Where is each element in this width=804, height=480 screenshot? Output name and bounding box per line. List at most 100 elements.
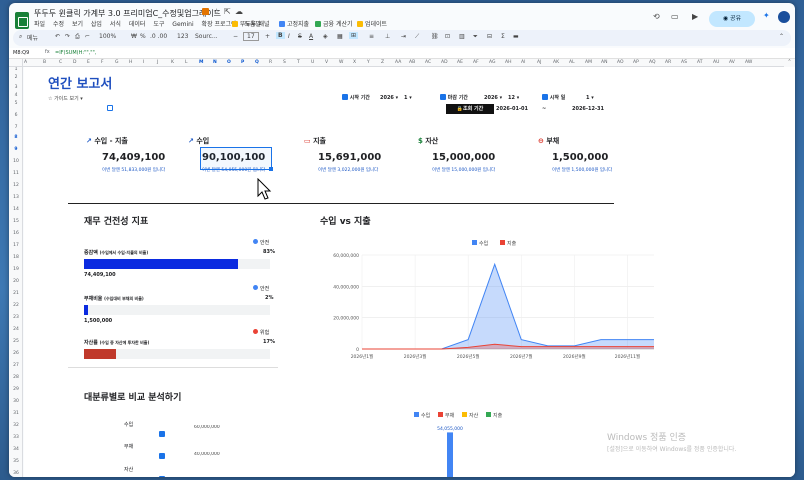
column-header-t[interactable]: T — [297, 60, 300, 65]
avatar[interactable] — [778, 11, 790, 23]
column-header-ao[interactable]: AO — [617, 60, 624, 65]
number-format-button[interactable]: 123 — [177, 33, 188, 40]
column-header-c[interactable]: C — [59, 60, 62, 65]
row-header-35[interactable]: 35 — [9, 459, 23, 464]
more-tools-icon[interactable]: ▬ — [513, 33, 519, 40]
row-header-36[interactable]: 36 — [9, 471, 23, 476]
column-header-ar[interactable]: AR — [665, 60, 671, 65]
row-header-14[interactable]: 14 — [9, 207, 23, 212]
redo-icon[interactable]: ↷ — [65, 33, 70, 40]
start-period-checkbox[interactable] — [342, 94, 348, 100]
row-header-21[interactable]: 21 — [9, 291, 23, 296]
row-header-26[interactable]: 26 — [9, 351, 23, 356]
row-header-17[interactable]: 17 — [9, 243, 23, 248]
column-header-p[interactable]: P — [241, 60, 244, 65]
column-header-ah[interactable]: AH — [505, 60, 511, 65]
row-header-25[interactable]: 25 — [9, 339, 23, 344]
rotate-icon[interactable]: ⟋ — [415, 33, 419, 41]
menu-file[interactable]: 파일 — [34, 21, 45, 28]
gemini-icon[interactable]: ✦ — [763, 11, 770, 20]
column-header-ap[interactable]: AP — [633, 60, 639, 65]
row-header-34[interactable]: 34 — [9, 447, 23, 452]
row-header-13[interactable]: 13 — [9, 195, 23, 200]
zoom-select[interactable]: 100% — [99, 33, 116, 40]
link-icon[interactable]: ⛓ — [431, 33, 439, 40]
compare-bar-chart[interactable]: 수입 부채 자산 지출 54,055,000 — [404, 410, 544, 477]
compare-checkbox-asset[interactable] — [159, 466, 165, 477]
column-header-a[interactable]: A — [24, 60, 27, 65]
row-header-24[interactable]: 24 — [9, 327, 23, 332]
column-header-u[interactable]: U — [311, 60, 314, 65]
undo-icon[interactable]: ↶ — [55, 33, 60, 40]
menu-gemini[interactable]: Gemini — [172, 21, 193, 28]
bookmark-panel[interactable]: 뚜두두 패널 — [232, 19, 270, 28]
paint-format-icon[interactable]: ⌐ — [85, 33, 90, 40]
star-icon[interactable]: ☆ — [213, 7, 220, 16]
column-header-an[interactable]: AN — [601, 60, 607, 65]
guide-checkbox[interactable] — [107, 95, 113, 114]
column-header-e[interactable]: E — [87, 60, 90, 65]
end-year-select[interactable]: 2026 ▾ — [484, 95, 502, 101]
font-size-input[interactable]: 17 — [243, 32, 259, 41]
row-header-8[interactable]: 8 — [9, 135, 23, 140]
column-header-q[interactable]: Q — [255, 60, 259, 65]
menu-search[interactable]: 메뉴 — [27, 33, 38, 42]
font-size-decrease[interactable]: − — [233, 33, 238, 40]
bookmark-update[interactable]: 업데이트 — [357, 19, 387, 28]
column-header-n[interactable]: N — [213, 60, 217, 65]
bookmark-finance-calc[interactable]: 금융 계산기 — [315, 19, 353, 28]
video-call-icon[interactable]: ▶ — [692, 12, 698, 21]
row-header-7[interactable]: 7 — [9, 125, 23, 130]
name-box[interactable]: M8:Q9 — [13, 50, 29, 56]
strikethrough-button[interactable]: S — [298, 33, 302, 40]
row-header-29[interactable]: 29 — [9, 387, 23, 392]
row-header-19[interactable]: 19 — [9, 267, 23, 272]
sheets-logo-icon[interactable] — [15, 12, 29, 29]
decimal-buttons[interactable]: .0 .00 — [150, 33, 167, 40]
bold-button[interactable]: B — [276, 32, 285, 39]
column-header-z[interactable]: Z — [381, 60, 384, 65]
filter-icon[interactable]: ⏷ — [473, 33, 478, 41]
row-header-3[interactable]: 3 — [9, 85, 23, 90]
comment-icon[interactable]: ▭ — [671, 12, 679, 21]
row-header-10[interactable]: 10 — [9, 159, 23, 164]
filter-views-icon[interactable]: ⊟ — [487, 33, 492, 40]
column-header-al[interactable]: AL — [569, 60, 575, 65]
column-header-aa[interactable]: AA — [395, 60, 401, 65]
currency-format-button[interactable]: ₩ — [131, 33, 137, 40]
column-header-b[interactable]: B — [43, 60, 46, 65]
column-header-l[interactable]: L — [185, 60, 188, 65]
column-header-am[interactable]: AM — [585, 60, 592, 65]
end-month-select[interactable]: 12 ▾ — [508, 95, 519, 101]
column-header-w[interactable]: W — [339, 60, 343, 65]
chart-icon[interactable]: ▥ — [459, 33, 465, 40]
column-header-as[interactable]: AS — [681, 60, 687, 65]
merge-cells-icon[interactable]: ⊞ — [349, 32, 359, 39]
collapse-header-icon[interactable]: ⌃ — [784, 59, 795, 67]
document-title[interactable]: 뚜두두 윈클릭 가계부 3.0 프리미엄C_수정및업그레이드 — [34, 8, 221, 19]
column-header-o[interactable]: O — [227, 60, 231, 65]
row-header-16[interactable]: 16 — [9, 231, 23, 236]
column-header-ac[interactable]: AC — [425, 60, 431, 65]
column-header-ae[interactable]: AE — [457, 60, 463, 65]
column-header-g[interactable]: G — [115, 60, 119, 65]
row-header-31[interactable]: 31 — [9, 411, 23, 416]
align-vertical-icon[interactable]: ⊥ — [385, 33, 390, 40]
row-header-9[interactable]: 9 — [9, 147, 23, 152]
row-header-28[interactable]: 28 — [9, 375, 23, 380]
menu-data[interactable]: 데이터 — [129, 21, 146, 28]
column-header-ak[interactable]: AK — [553, 60, 559, 65]
menu-format[interactable]: 서식 — [110, 21, 121, 28]
row-header-11[interactable]: 11 — [9, 171, 23, 176]
row-header-22[interactable]: 22 — [9, 303, 23, 308]
query-period-button[interactable]: 🔒조회 기간 — [446, 104, 494, 114]
history-icon[interactable]: ⟲ — [653, 12, 660, 21]
column-header-ai[interactable]: AI — [521, 60, 525, 65]
compare-checkbox-debt[interactable] — [159, 443, 165, 462]
compare-check-debt[interactable]: 부채 — [124, 443, 133, 450]
start-day-control[interactable]: 시작 일 — [542, 94, 565, 101]
row-header-15[interactable]: 15 — [9, 219, 23, 224]
guide-toggle[interactable]: ☆ 가이드 보기 ▾ — [48, 95, 83, 102]
menu-tools[interactable]: 도구 — [153, 21, 164, 28]
column-header-at[interactable]: AT — [697, 60, 702, 65]
